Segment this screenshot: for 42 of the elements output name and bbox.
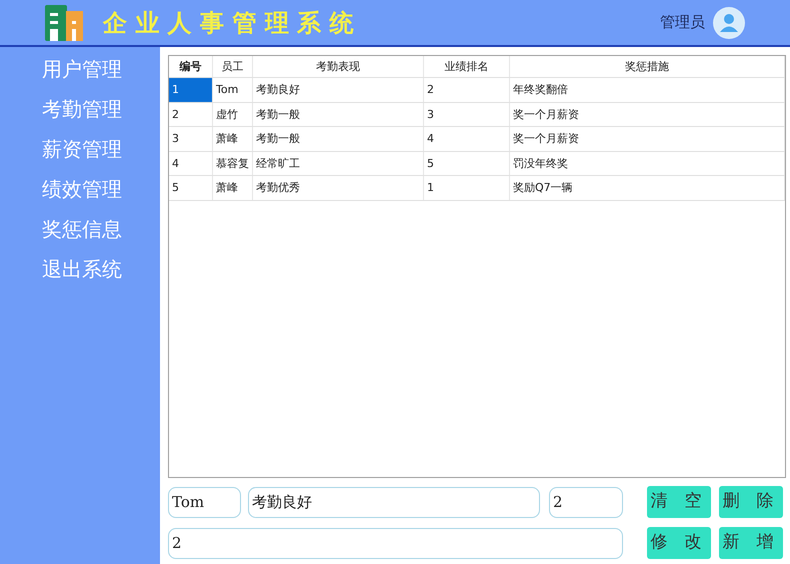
column-header[interactable]: 编号 xyxy=(169,56,213,77)
action-button[interactable]: 清 空 xyxy=(647,486,711,518)
table-cell: 2 xyxy=(424,78,510,102)
column-header[interactable]: 奖惩措施 xyxy=(510,56,785,77)
input-field[interactable]: 2 xyxy=(168,528,623,558)
table-cell: 奖一个月薪资 xyxy=(510,102,785,126)
table-cell: 5 xyxy=(424,152,510,175)
column-header[interactable]: 考勤表现 xyxy=(253,56,424,77)
table-cell: 虚竹 xyxy=(213,102,253,126)
user-name: 管理员 xyxy=(660,12,705,34)
table-cell: 慕容复 xyxy=(213,152,253,175)
input-field[interactable]: Tom xyxy=(168,486,241,518)
table-cell: 萧峰 xyxy=(213,127,253,150)
table-cell: 3 xyxy=(424,102,510,126)
column-header[interactable]: 业绩排名 xyxy=(424,56,510,77)
table-cell: 罚没年终奖 xyxy=(510,152,785,175)
table-cell: 萧峰 xyxy=(213,176,253,200)
buildings-icon xyxy=(45,4,83,40)
input-field[interactable]: 考勤良好 xyxy=(248,486,540,518)
table-cell: 4 xyxy=(169,152,213,175)
table-cell: 考勤一般 xyxy=(253,102,424,126)
table-cell: 1 xyxy=(424,176,510,200)
action-button[interactable]: 修 改 xyxy=(647,527,711,559)
table-cell: 5 xyxy=(169,176,213,200)
action-button[interactable]: 删 除 xyxy=(719,486,783,518)
table-cell: 考勤良好 xyxy=(253,78,424,102)
action-button[interactable]: 新 增 xyxy=(719,527,783,559)
table-cell: 奖励Q7一辆 xyxy=(510,176,785,200)
table-cell: 2 xyxy=(169,102,213,126)
column-header[interactable]: 员工 xyxy=(213,56,253,77)
table-cell: 奖一个月薪资 xyxy=(510,127,785,150)
table-cell: 4 xyxy=(424,127,510,150)
table-cell: 3 xyxy=(169,127,213,150)
table-cell: Tom xyxy=(213,78,253,102)
table-cell: 1 xyxy=(169,78,213,102)
table-cell: 考勤一般 xyxy=(253,127,424,150)
app-title: 企 业 人 事 管 理 系 统 xyxy=(103,8,354,38)
table-cell: 年终奖翻倍 xyxy=(510,78,785,102)
avatar-icon[interactable] xyxy=(713,6,745,38)
input-field[interactable]: 2 xyxy=(549,486,623,518)
table-cell: 经常旷工 xyxy=(253,152,424,175)
table-cell: 考勤优秀 xyxy=(253,176,424,200)
